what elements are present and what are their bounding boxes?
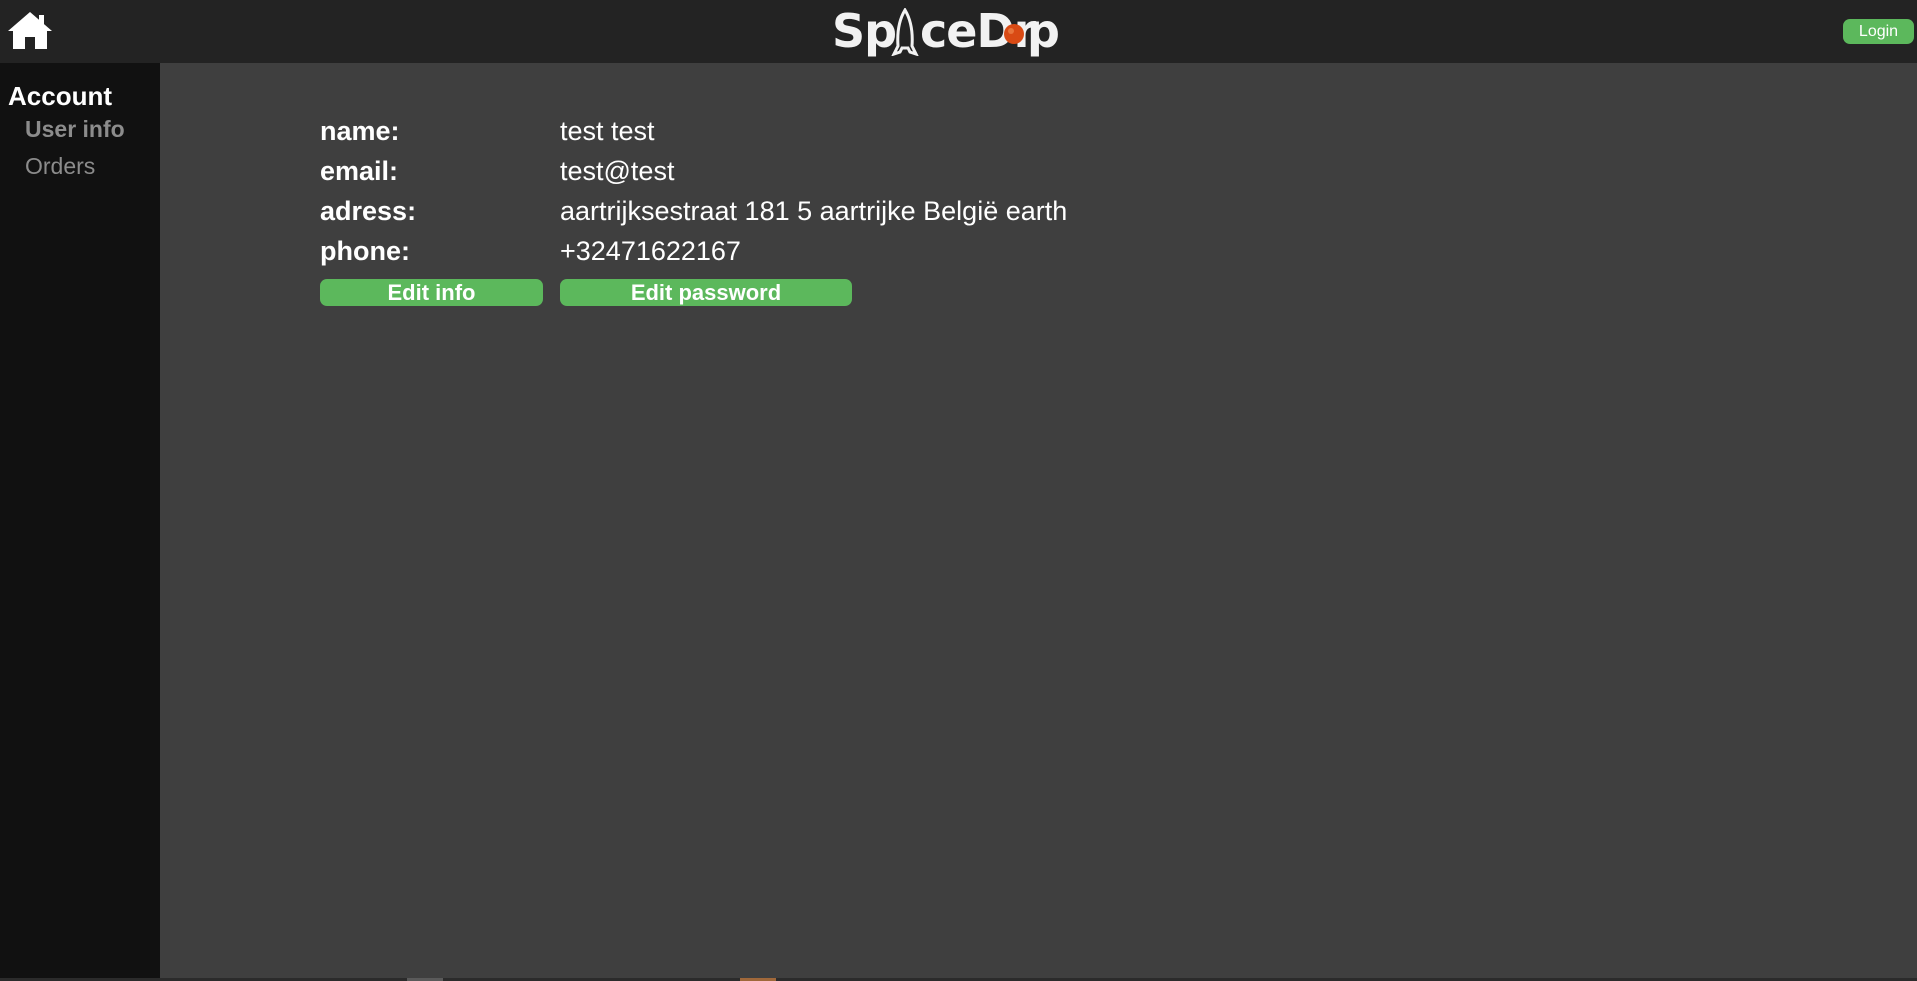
sidebar-heading: Account <box>8 81 112 111</box>
address-value: aartrijksestraat 181 5 aartrijke België … <box>560 196 1068 226</box>
top-navigation-bar: Sp ceDr p Login <box>0 0 1917 63</box>
account-sidebar: Account User info Orders <box>0 63 160 978</box>
logo-text-end: p <box>1027 4 1060 58</box>
email-label: email: <box>320 156 399 186</box>
phone-label: phone: <box>320 236 410 266</box>
email-value: test@test <box>560 156 675 186</box>
home-icon <box>8 12 52 49</box>
home-button[interactable] <box>7 11 53 51</box>
planet-icon <box>1004 24 1024 44</box>
address-label: adress: <box>320 196 417 226</box>
spacedrop-logo[interactable]: Sp ceDr p <box>830 2 1065 60</box>
sidebar-item-user-info[interactable]: User info <box>25 115 125 143</box>
edit-info-button[interactable]: Edit info <box>320 279 543 306</box>
name-label: name: <box>320 116 400 146</box>
edit-password-button[interactable]: Edit password <box>560 279 852 306</box>
sidebar-item-orders[interactable]: Orders <box>25 152 95 180</box>
login-button[interactable]: Login <box>1843 19 1914 44</box>
name-value: test test <box>560 116 655 146</box>
phone-value: +32471622167 <box>560 236 741 266</box>
rocket-icon <box>891 8 919 56</box>
logo-text-left: Sp <box>832 4 897 58</box>
